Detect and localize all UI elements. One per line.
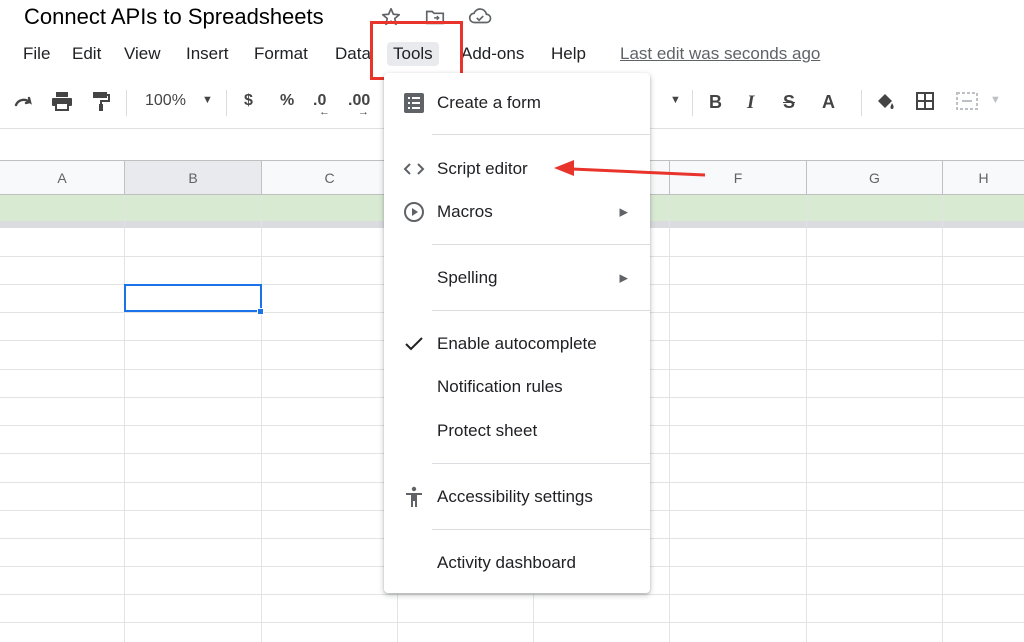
grid-line [124,195,125,642]
menu-item-label: Script editor [437,159,528,178]
arrow-right-icon: → [358,106,369,118]
column-header-c[interactable]: C [262,161,398,195]
menu-view[interactable]: View [124,44,161,64]
bold-icon[interactable]: B [709,92,722,113]
cloud-saved-icon[interactable] [468,6,492,28]
toolbar-separator [861,90,862,116]
menu-file[interactable]: File [23,44,50,64]
menu-item-label: Enable autocomplete [437,334,597,353]
menu-help[interactable]: Help [551,44,586,64]
menu-bar: File Edit View Insert Format Data Tools … [0,40,1024,72]
menu-item-label: Activity dashboard [437,553,576,572]
menu-data[interactable]: Data [335,44,371,64]
menu-item-create-form[interactable]: Create a form [384,85,650,121]
grid-line [0,622,1024,623]
menu-item-label: Spelling [437,268,498,287]
arrow-left-icon: ← [319,106,330,118]
zoom-dropdown-icon[interactable]: ▼ [202,94,213,106]
strikethrough-icon[interactable]: S [783,92,795,113]
italic-icon[interactable]: I [747,92,754,114]
accessibility-icon [402,485,426,509]
checkmark-icon [402,332,426,356]
menu-item-spelling[interactable]: Spelling ▶ [384,260,650,296]
menu-item-macros[interactable]: Macros ▶ [384,194,650,230]
last-edit-link[interactable]: Last edit was seconds ago [620,44,820,64]
toolbar-separator [126,90,127,116]
font-size-dropdown-icon[interactable]: ▼ [670,94,681,106]
play-circle-icon [402,200,426,224]
borders-icon[interactable] [914,90,936,117]
menu-edit[interactable]: Edit [72,44,101,64]
selected-cell-b[interactable] [124,284,262,312]
menu-item-enable-autocomplete[interactable]: Enable autocomplete [384,326,650,362]
fill-handle[interactable] [257,308,264,315]
percent-format-button[interactable]: % [280,92,294,110]
zoom-select[interactable]: 100% [145,92,186,110]
menu-separator [432,134,650,135]
redo-icon[interactable] [12,90,36,117]
column-header-b[interactable]: B [125,161,262,195]
currency-format-button[interactable]: $ [244,92,253,110]
annotation-arrow [554,160,706,177]
submenu-arrow-icon: ▶ [619,206,628,219]
menu-item-protect-sheet[interactable]: Protect sheet [384,413,650,449]
menu-item-label: Protect sheet [437,421,538,440]
grid-line [806,195,807,642]
paint-format-icon[interactable] [90,90,112,117]
merge-dropdown-icon[interactable]: ▼ [990,94,1001,106]
tools-menu: Create a form Script editor Macros ▶ Spe… [384,73,650,593]
column-header-a[interactable]: A [0,161,125,195]
submenu-arrow-icon: ▶ [619,272,628,285]
document-title[interactable]: Connect APIs to Spreadsheets [24,4,324,30]
grid-line [0,594,1024,595]
print-icon[interactable] [50,90,74,117]
text-color-icon[interactable]: A [822,92,835,113]
menu-item-label: Macros [437,202,493,221]
grid-line [942,195,943,642]
decrease-decimal-button[interactable]: .0 ← [313,92,330,118]
toolbar-separator [692,90,693,116]
fill-color-icon[interactable] [874,90,896,117]
menu-separator [432,529,650,530]
menu-item-label: Accessibility settings [437,487,593,506]
grid-line [669,195,670,642]
menu-separator [432,463,650,464]
tools-highlight-box [370,21,463,80]
code-icon [402,157,426,181]
increase-decimal-button[interactable]: .00 → [348,92,370,118]
column-header-h[interactable]: H [943,161,1024,195]
menu-separator [432,310,650,311]
merge-cells-icon[interactable] [955,90,979,117]
menu-item-label: Notification rules [437,377,563,396]
toolbar-separator [226,90,227,116]
menu-format[interactable]: Format [254,44,308,64]
menu-separator [432,244,650,245]
menu-item-accessibility-settings[interactable]: Accessibility settings [384,479,650,515]
form-icon [402,91,426,115]
menu-add-ons[interactable]: Add-ons [461,44,524,64]
grid-line [261,195,262,642]
menu-insert[interactable]: Insert [186,44,229,64]
menu-item-label: Create a form [437,93,541,112]
column-header-g[interactable]: G [807,161,943,195]
menu-item-activity-dashboard[interactable]: Activity dashboard [384,545,650,581]
menu-item-notification-rules[interactable]: Notification rules [384,369,650,405]
